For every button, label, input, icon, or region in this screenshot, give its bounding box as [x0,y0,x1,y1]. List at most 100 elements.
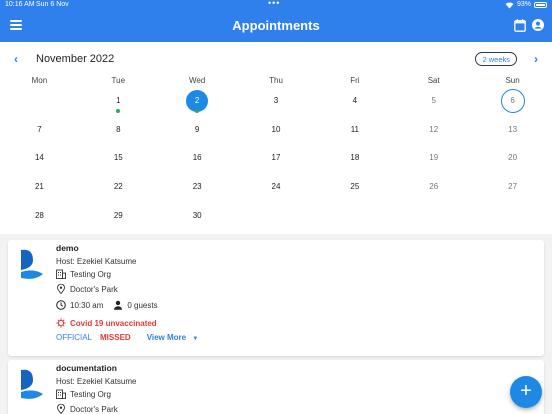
calendar-day[interactable]: 16 [158,149,237,178]
calendar-day[interactable]: 18 [315,149,394,178]
calendar-empty-cell [394,207,473,236]
status-time: 10:16 AM [5,1,35,8]
calendar-day[interactable]: 25 [315,178,394,207]
day-number: 7 [37,124,42,134]
calendar-day[interactable]: 4 [315,92,394,121]
calendar-empty-cell [237,207,316,236]
day-number: 30 [192,210,202,220]
guests-text: 0 guests [127,300,158,310]
weekday-header: Mon Tue Wed Thu Fri Sat Sun [0,76,552,85]
calendar-grid: 1 2 3 4 5 6 7 8 9 10 11 12 13 14 15 16 17 18 19 20 21 22 23 24 2… [0,89,552,236]
status-date: Sun 6 Nov [36,1,69,8]
calendar-day[interactable]: 5 [394,92,473,121]
battery-icon [534,2,547,8]
weekday-label: Fri [350,76,360,85]
view-more-button[interactable]: View More ▼ [147,333,199,342]
calendar-day[interactable]: 11 [315,121,394,150]
calendar-empty-cell [473,207,552,236]
calendar-day[interactable]: 19 [394,149,473,178]
day-number: 26 [429,182,439,192]
day-number: 18 [350,153,360,163]
page-title: Appointments [232,18,320,33]
day-number: 1 [116,96,121,105]
appointment-host: Host: Ezekiel Katsume [56,377,136,386]
weekday-label: Wed [188,76,206,85]
wifi-icon [505,1,514,9]
org-logo-icon [21,369,43,399]
location-pin-icon [57,404,65,414]
calendar-week-row: 7 8 9 10 11 12 13 [0,121,552,150]
appointment-location: Doctor's Park [56,404,118,414]
day-number: 5 [431,96,436,105]
calendar-day[interactable]: 3 [237,92,316,121]
person-icon [114,300,123,310]
app-bar: Appointments [0,10,552,42]
host-text: Host: Ezekiel Katsume [56,257,137,266]
day-number: 13 [508,124,518,134]
calendar-week-row: 1 2 3 4 5 6 [0,89,552,121]
day-number: 10 [271,124,281,134]
appointment-card[interactable]: documentation Host: Ezekiel Katsume Test… [8,360,544,414]
calendar-day[interactable]: 6 [473,89,552,121]
day-number: 24 [271,182,281,192]
calendar-icon[interactable] [514,19,526,32]
calendar-day[interactable]: 12 [394,121,473,150]
calendar-day[interactable]: 21 [0,178,79,207]
calendar-day[interactable]: 20 [473,149,552,178]
day-number: 16 [192,153,202,163]
day-number: 6 [500,89,525,113]
account-icon[interactable] [532,19,544,31]
day-number: 17 [271,153,281,163]
calendar-day[interactable]: 15 [79,149,158,178]
weekday-label: Sat [427,76,440,85]
calendar-day[interactable]: 27 [473,178,552,207]
calendar-day[interactable]: 29 [79,207,158,236]
caret-down-icon: ▼ [192,336,199,342]
type-badge: OFFICIAL [56,333,93,342]
calendar-week-row: 14 15 16 17 18 19 20 [0,149,552,178]
calendar-day[interactable]: 22 [79,178,158,207]
calendar-day[interactable]: 2 [158,90,237,121]
add-appointment-button[interactable]: + [510,376,542,408]
calendar-day[interactable]: 24 [237,178,316,207]
calendar-empty-cell [0,92,79,121]
next-month-chevron-icon[interactable]: › [534,52,538,66]
org-text: Testing Org [70,269,111,279]
calendar-day[interactable]: 13 [473,121,552,150]
calendar-empty-cell [315,207,394,236]
calendar-day[interactable]: 17 [237,149,316,178]
day-number: 25 [350,182,360,192]
multitask-dots-icon[interactable]: ••• [268,0,280,8]
calendar: ‹ November 2022 2 weeks › Mon Tue Wed Thu Fr… [0,42,552,234]
calendar-day[interactable]: 30 [158,207,237,236]
org-text: Testing Org [70,389,111,399]
day-number: 3 [273,96,279,105]
building-icon [56,389,66,399]
weekday-label: Mon [31,76,48,85]
building-icon [56,269,66,279]
calendar-day[interactable]: 10 [237,121,316,150]
appointment-card[interactable]: demo Host: Ezekiel Katsume Testing Org D… [8,240,544,356]
calendar-day[interactable]: 26 [394,178,473,207]
calendar-day[interactable]: 7 [0,121,79,150]
calendar-day[interactable]: 28 [0,207,79,236]
range-toggle-button[interactable]: 2 weeks [475,52,517,66]
appointment-location: Doctor's Park [56,284,118,294]
day-number: 28 [34,210,44,220]
calendar-week-row: 21 22 23 24 25 26 27 [0,178,552,207]
day-number: 8 [116,124,121,134]
calendar-day[interactable]: 23 [158,178,237,207]
clock-icon [56,300,66,310]
calendar-day[interactable]: 14 [0,149,79,178]
prev-month-chevron-icon[interactable]: ‹ [14,52,18,66]
location-text: Doctor's Park [70,404,118,414]
calendar-day[interactable]: 8 [79,121,158,150]
day-number: 21 [34,182,44,192]
calendar-day[interactable]: 9 [158,121,237,150]
org-logo-icon [21,249,43,279]
calendar-day[interactable]: 1 [79,92,158,121]
event-dot-icon [195,109,200,113]
location-text: Doctor's Park [70,284,118,294]
appointment-title: demo [56,243,79,253]
appointment-title: documentation [56,363,117,373]
